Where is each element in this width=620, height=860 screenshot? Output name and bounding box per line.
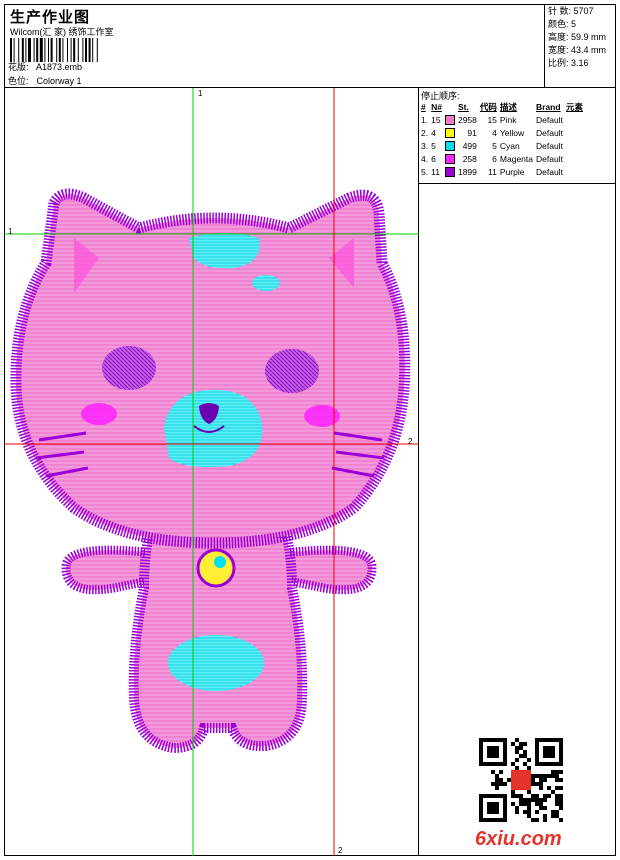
row-brand: Default xyxy=(536,153,563,164)
row-index: 2. xyxy=(421,127,429,138)
design-file-row: 花版: A1873.emb xyxy=(8,60,82,73)
colorway-label: 色位: xyxy=(8,76,29,86)
row-description: Pink xyxy=(499,114,517,125)
row-code: 5 xyxy=(492,140,497,151)
row-swatch xyxy=(444,126,458,139)
watermark-logo: 6xiu.com xyxy=(475,828,562,850)
row-code: 6 xyxy=(492,153,497,164)
row-swatch xyxy=(444,152,458,165)
row-stitches: 258 xyxy=(462,153,477,164)
table-row: 5. 11 1899 11 Purple Default xyxy=(421,165,586,178)
row-swatch xyxy=(444,165,458,178)
row-brand: Default xyxy=(536,127,563,138)
row-index: 4. xyxy=(421,153,429,164)
collar-bell xyxy=(196,548,236,588)
row-index: 3. xyxy=(421,140,429,151)
color-swatch xyxy=(444,153,455,164)
row-element xyxy=(566,139,586,152)
table-header-row: # N# St. 代码 描述 Brand 元素 xyxy=(421,100,586,113)
stat-colors: 颜色: 5 xyxy=(548,19,577,29)
stat-scale: 比例: 3.16 xyxy=(548,58,589,68)
axis-label-green-v: 1 xyxy=(198,89,203,98)
row-element xyxy=(566,152,586,165)
design-label: 花版: xyxy=(8,62,29,72)
table-row: 4. 6 258 6 Magenta Default xyxy=(421,152,586,165)
row-element xyxy=(566,113,586,126)
bell-highlight xyxy=(214,556,226,568)
row-description: Purple xyxy=(499,166,525,177)
row-element xyxy=(566,126,586,139)
col-header: 元素 xyxy=(565,101,583,112)
left-eye xyxy=(102,346,156,390)
row-stitches: 2958 xyxy=(457,114,477,125)
left-cheek xyxy=(81,403,117,425)
row-element xyxy=(566,165,586,178)
col-header: # xyxy=(421,101,426,112)
row-code: 11 xyxy=(488,166,497,177)
row-description: Cyan xyxy=(499,140,520,151)
axis-label-red-h: 2 xyxy=(408,437,413,446)
row-swatch xyxy=(444,113,458,126)
row-code: 4 xyxy=(492,127,497,138)
belly-patch xyxy=(168,635,264,691)
row-description: Magenta xyxy=(499,153,533,164)
row-brand: Default xyxy=(536,140,563,151)
stop-sequence-table: # N# St. 代码 描述 Brand 元素 1. 15 2958 15 Pink De… xyxy=(421,100,586,178)
table-row: 1. 15 2958 15 Pink Default xyxy=(421,113,586,126)
col-header: Brand xyxy=(536,101,561,112)
header-panel: 生产作业图 Wilcom(汇 家) 绣饰工作室 花版: A1873.emb 色位… xyxy=(4,4,545,88)
row-brand: Default xyxy=(536,166,563,177)
table-row: 2. 4 91 4 Yellow Default xyxy=(421,126,586,139)
row-needle: 5 xyxy=(431,140,436,151)
qr-code xyxy=(479,738,563,822)
color-swatch xyxy=(444,166,455,177)
col-header: N# xyxy=(431,101,442,112)
row-needle: 4 xyxy=(431,127,436,138)
row-code: 15 xyxy=(487,114,497,125)
barcode xyxy=(10,38,98,62)
row-index: 1. xyxy=(421,114,429,125)
embroidery-preview xyxy=(4,88,419,856)
panel-divider xyxy=(419,183,616,184)
design-canvas: 1 1 2 2 xyxy=(4,88,419,856)
row-index: 5. xyxy=(421,166,429,177)
col-header: 描述 xyxy=(499,101,517,112)
stat-width: 宽度: 43.4 mm xyxy=(548,45,607,55)
col-header: 代码 xyxy=(479,101,497,112)
table-row: 3. 5 499 5 Cyan Default xyxy=(421,139,586,152)
stat-stitches: 针 数: 5707 xyxy=(548,6,594,16)
right-cheek xyxy=(304,405,340,427)
stat-height: 高度: 59.9 mm xyxy=(548,32,607,42)
row-stitches: 1899 xyxy=(457,166,477,177)
row-brand: Default xyxy=(536,114,563,125)
color-swatch xyxy=(444,114,455,125)
design-file: A1873.emb xyxy=(36,62,83,72)
colorway-row: 色位: Colorway 1 xyxy=(8,74,82,87)
right-eye xyxy=(265,349,319,393)
right-arm xyxy=(279,545,377,595)
color-swatch xyxy=(444,140,455,151)
col-header: St. xyxy=(457,101,469,112)
kitty-design xyxy=(10,188,411,754)
muzzle xyxy=(164,389,263,467)
axis-label-green-h: 1 xyxy=(8,227,13,236)
studio-name: Wilcom(汇 家) 绣饰工作室 xyxy=(10,27,114,37)
stop-sequence-panel: 停止顺序: # N# St. 代码 描述 Brand 元素 1. 15 2958 15… xyxy=(419,88,616,856)
row-description: Yellow xyxy=(499,127,525,138)
page-title: 生产作业图 xyxy=(10,9,91,26)
row-needle: 11 xyxy=(431,166,440,177)
small-patch xyxy=(252,275,280,291)
row-stitches: 499 xyxy=(462,140,477,151)
stats-panel: 针 数: 5707 颜色: 5 高度: 59.9 mm 宽度: 43.4 mm … xyxy=(544,4,616,88)
row-swatch xyxy=(444,139,458,152)
row-needle: 6 xyxy=(431,153,436,164)
row-needle: 15 xyxy=(431,114,441,125)
color-swatch xyxy=(444,127,455,138)
colorway-value: Colorway 1 xyxy=(36,76,82,86)
axis-label-red-v: 2 xyxy=(338,846,343,855)
row-stitches: 91 xyxy=(467,127,477,138)
